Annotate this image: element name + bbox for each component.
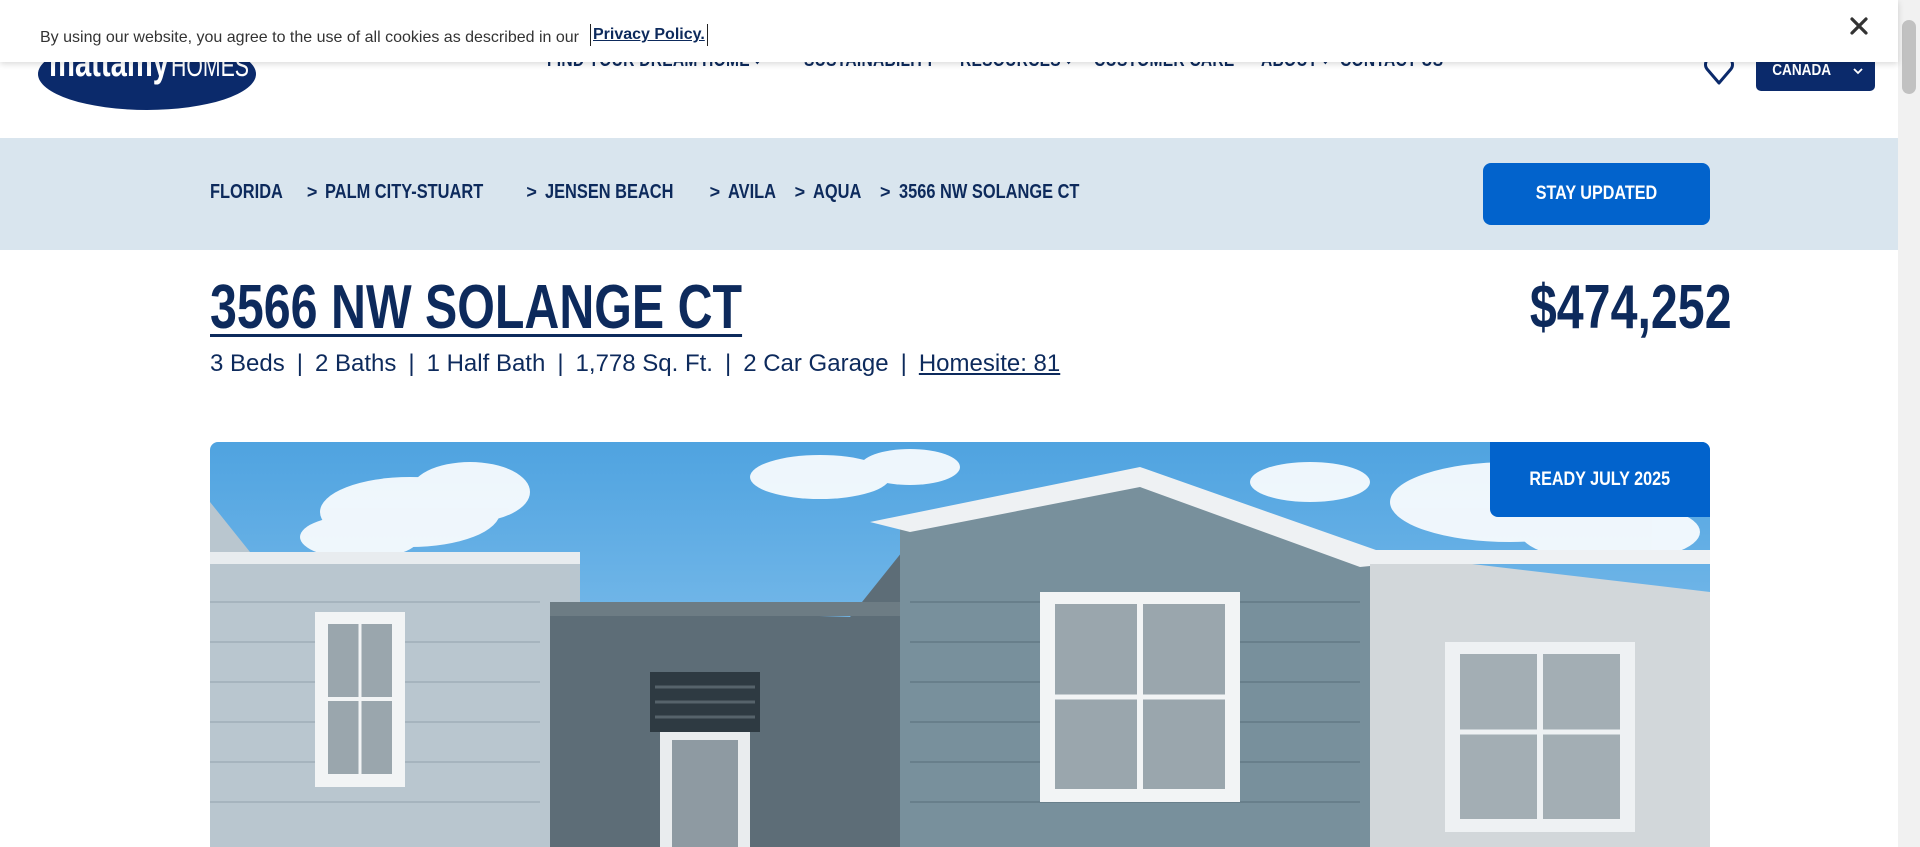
spec-half-bath: 1 Half Bath [426,350,546,377]
spec-beds: 3 Beds [210,350,285,377]
stay-updated-button[interactable]: STAY UPDATED [1483,163,1710,225]
breadcrumb-current: 3566 NW SOLANGE CT [898,181,1079,203]
scrollbar-thumb[interactable] [1902,20,1916,94]
breadcrumb: FLORIDA > PALM CITY-STUART > JENSEN BEAC… [210,181,1119,204]
privacy-policy-link[interactable]: Privacy Policy. [590,24,708,46]
spec-garage: 2 Car Garage [743,350,889,377]
spec-sqft: 1,778 Sq. Ft. [575,350,713,377]
availability-badge: READY JULY 2025 [1490,442,1710,517]
homesite-link[interactable]: Homesite: 81 [919,350,1060,378]
breadcrumb-jensen-beach[interactable]: JENSEN BEACH [545,181,673,204]
spec-separator: | [724,350,732,377]
listing-specs: 3 Beds | 2 Baths | 1 Half Bath | 1,778 S… [210,350,1060,378]
chevron-down-icon [1853,67,1863,74]
breadcrumb-florida[interactable]: FLORIDA [210,181,283,204]
breadcrumb-aqua[interactable]: AQUA [813,181,861,204]
spec-separator: | [296,350,303,377]
cookie-text: By using our website, you agree to the u… [40,29,579,46]
listing-address[interactable]: 3566 NW SOLANGE CT [210,272,742,343]
home-rendering-image[interactable] [210,442,1710,847]
breadcrumb-separator: > [306,182,318,202]
breadcrumb-separator: > [709,182,721,202]
breadcrumb-avila[interactable]: AVILA [728,181,776,204]
spec-separator: | [408,350,415,377]
breadcrumb-bar: FLORIDA > PALM CITY-STUART > JENSEN BEAC… [0,138,1898,250]
close-icon[interactable] [1848,15,1870,37]
country-label: CANADA [1772,61,1831,79]
spec-separator: | [557,350,564,377]
breadcrumb-palm-city-stuart[interactable]: PALM CITY-STUART [325,181,483,204]
breadcrumb-separator: > [794,182,806,202]
stay-updated-label: STAY UPDATED [1535,183,1658,204]
breadcrumb-separator: > [880,182,891,202]
listing-price: $474,252 [1530,273,1732,342]
breadcrumb-separator: > [526,182,537,202]
spec-baths: 2 Baths [314,350,397,377]
page-scrollbar[interactable] [1898,0,1920,847]
cookie-banner: By using our website, you agree to the u… [0,0,1898,62]
spec-separator: | [900,350,907,377]
availability-label: READY JULY 2025 [1529,468,1671,490]
